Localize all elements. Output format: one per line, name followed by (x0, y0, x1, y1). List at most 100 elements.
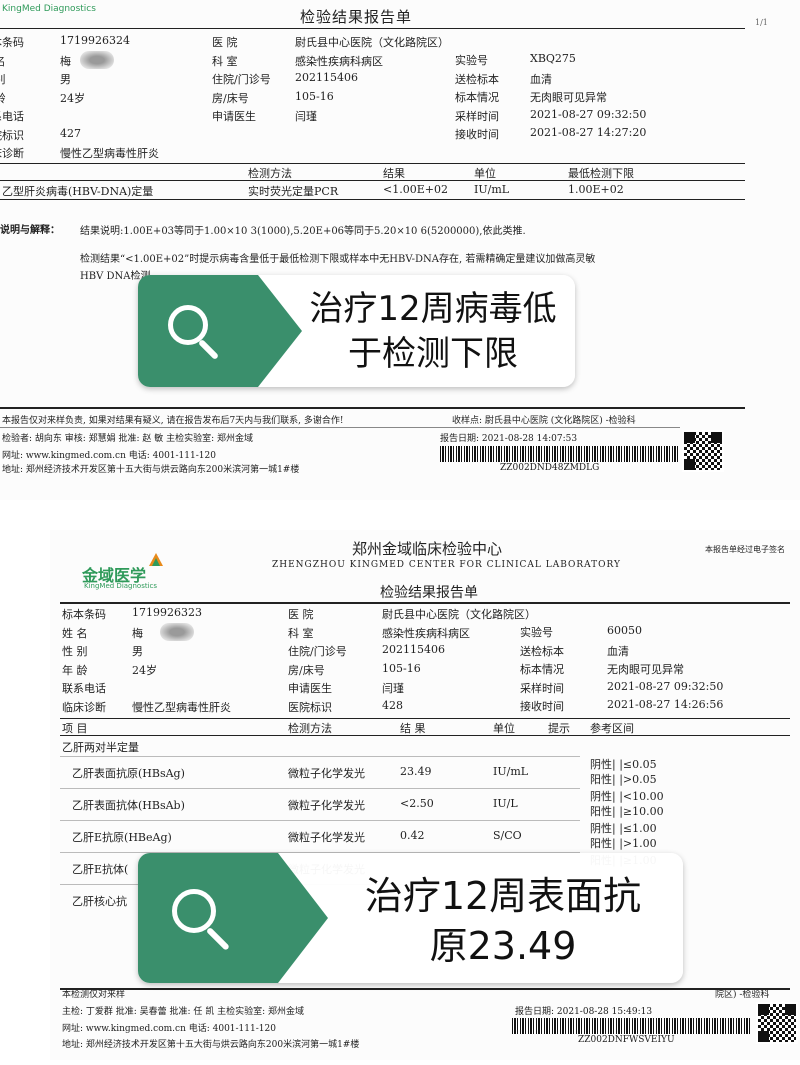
r2-row-item-0: 乙肝表面抗原(HBsAg) (72, 767, 185, 780)
r2-row-unit-0: IU/mL (493, 765, 529, 778)
r1-mid-value-4: 闫瑾 (295, 110, 317, 123)
r1-footer4: 地址: 郑州经济技术开发区第十五大街与烘云路向东200米滨河第一城1#楼 (2, 465, 300, 475)
overlay1-line1: 治疗12周病毒低 (309, 289, 557, 329)
r2-row-result-1: <2.50 (400, 797, 434, 810)
r2-mid-label-0: 医 院 (288, 608, 314, 621)
r1-barcode-text: ZZ002DND48ZMDLG (500, 463, 600, 473)
r2-info-label-3: 年 龄 (62, 663, 88, 677)
r2-row-ref1-2: 阴性| |≤1.00 (590, 822, 657, 835)
r2-info-value-5: 慢性乙型病毒性肝炎 (132, 700, 231, 714)
r1-right-value-4: 2021-08-27 14:27:20 (530, 126, 647, 139)
r2-mid-value-0: 尉氏县中心医院（文化路院区） (382, 608, 536, 621)
r2-title: 检验结果报告单 (380, 585, 478, 601)
report1-page: 1/1 (755, 18, 768, 27)
r1-right-value-3: 2021-08-27 09:32:50 (530, 107, 647, 121)
r1-mid-label-3: 房/床号 (212, 91, 249, 105)
r2-right-label-2: 标本情况 (520, 663, 564, 676)
r2-row-method-2: 微粒子化学发光 (288, 831, 365, 844)
r1-row-item: 乙型肝炎病毒(HBV-DNA)定量 (2, 185, 154, 198)
r2-row-item-2: 乙肝E抗原(HBeAg) (72, 831, 172, 844)
r2-group: 乙肝两对半定量 (62, 741, 139, 754)
r2-info-value-1: 梅 (132, 626, 143, 640)
r2-row-result-2: 0.42 (400, 829, 425, 842)
r1-report-date: 报告日期: 2021-08-28 14:07:53 (440, 434, 578, 444)
r1-header-method: 检测方法 (248, 167, 292, 180)
r2-row-result-0: 23.49 (400, 765, 432, 778)
r1-mid-value-1: 感染性疾病科病区 (295, 54, 383, 68)
r1-footer-recv: 收样点: 尉氏县中心医院 (文化路院区) -检验科 (452, 416, 636, 426)
r2-mid-label-5: 医院标识 (288, 700, 332, 714)
r2-mid-value-4: 闫瑾 (382, 682, 404, 695)
r2-info-value-3: 24岁 (132, 663, 157, 677)
r1-mid-label-2: 住院/门诊号 (212, 73, 271, 86)
r1-info-value-0: 1719926324 (60, 34, 130, 47)
r1-right-label-1: 送检标本 (455, 72, 499, 86)
r1-row-result: <1.00E+02 (383, 183, 448, 196)
r2-right-value-2: 无肉眼可见异常 (607, 663, 684, 676)
r2-info-label-2: 性 别 (62, 645, 88, 658)
r1-info-label-1: 姓 名 (0, 53, 6, 69)
r2-row-ref2-1: 阳性| |≥10.00 (590, 805, 664, 818)
report1-title: 检验结果报告单 (300, 8, 413, 26)
r1-info-label-6: 临床诊断 (0, 147, 24, 160)
magnifier-icon (172, 889, 238, 955)
overlay-caption-1: 治疗12周病毒低 于检测下限 (138, 275, 575, 387)
r2-header-ref: 参考区间 (590, 722, 634, 735)
r1-mid-label-0: 医 院 (212, 36, 238, 49)
r1-info-label-2: 性 别 (0, 71, 6, 87)
r1-info-label-3: 年 龄 (0, 90, 6, 106)
r1-note-label: 说明与解释： (0, 225, 60, 236)
r1-info-value-5: 427 (60, 126, 81, 140)
r1-row-unit: IU/mL (474, 183, 510, 196)
r2-mid-label-2: 住院/门诊号 (288, 645, 347, 658)
r2-barcode (512, 1018, 750, 1034)
r2-row-method-1: 微粒子化学发光 (288, 799, 365, 812)
report1-logo: KingMed Diagnostics (2, 4, 96, 14)
r1-right-value-2: 无肉眼可见异常 (530, 91, 607, 104)
r1-info-value-2: 男 (60, 73, 71, 86)
r2-org-en: ZHENGZHOU KINGMED CENTER FOR CLINICAL LA… (272, 560, 621, 570)
r1-info-value-3: 24岁 (60, 91, 85, 105)
r1-info-label-4: 联系电话 (0, 110, 24, 123)
r1-qr-code (682, 430, 724, 472)
r2-qr-code (756, 1002, 798, 1044)
r1-header-unit: 单位 (474, 167, 496, 180)
r2-org-cn: 郑州金域临床检验中心 (352, 540, 503, 558)
r1-right-label-3: 采样时间 (455, 109, 499, 123)
r2-mid-value-1: 感染性疾病科病区 (382, 626, 470, 640)
r2-row-ref1-1: 阴性| |<10.00 (590, 790, 664, 803)
r1-footer2: 检验者: 胡向东 审核: 郑慧娟 批准: 赵 敏 主检实验室: 郑州金域 (2, 434, 254, 444)
r2-barcode-text: ZZ002DNFWSVEIYU (578, 1035, 675, 1045)
r2-footer3: 网址: www.kingmed.com.cn 电话: 4001-111-120 (62, 1024, 276, 1034)
r2-header-unit: 单位 (493, 722, 515, 735)
r2-right-label-4: 接收时间 (520, 700, 564, 713)
r1-info-value-6: 慢性乙型病毒性肝炎 (60, 147, 159, 160)
r2-info-label-5: 临床诊断 (62, 700, 106, 714)
r2-footer-recv: 院区) -检验科 (715, 990, 770, 1000)
r2-mid-label-3: 房/床号 (288, 663, 325, 677)
r2-row-item-4: 乙肝核心抗 (72, 895, 127, 908)
r2-right-value-0: 60050 (607, 624, 642, 637)
r2-info-label-1: 姓 名 (62, 626, 88, 640)
r2-sig-note: 本报告单经过电子签名 (705, 545, 785, 554)
r1-note1: 结果说明:1.00E+03等同于1.00×10 3(1000),5.20E+06… (80, 226, 526, 237)
r2-name-redaction (160, 623, 194, 641)
r2-right-label-1: 送检标本 (520, 644, 564, 658)
name-redaction (80, 51, 114, 69)
r2-header-item: 项 目 (62, 722, 88, 735)
r2-report-date: 报告日期: 2021-08-28 15:49:13 (515, 1007, 653, 1017)
leaf-logo-icon (148, 552, 164, 568)
r2-row-ref2-2: 阳性| |>1.00 (590, 837, 657, 850)
r1-barcode (440, 446, 680, 462)
r2-right-label-3: 采样时间 (520, 681, 564, 695)
r2-header-hint: 提示 (548, 722, 570, 735)
r2-right-label-0: 实验号 (520, 626, 553, 639)
r1-header-limit: 最低检测下限 (568, 167, 634, 180)
r2-row-ref1-0: 阴性| |≤0.05 (590, 758, 657, 771)
r1-right-label-4: 接收时间 (455, 128, 499, 141)
r1-footer1: 本报告仅对来样负责, 如果对结果有疑义, 请在报告发布后7天内与我们联系, 多谢… (2, 416, 344, 426)
r1-right-label-2: 标本情况 (455, 91, 499, 104)
r2-row-method-0: 微粒子化学发光 (288, 767, 365, 780)
r2-info-value-2: 男 (132, 645, 143, 658)
overlay2-line2: 原23.49 (429, 924, 577, 968)
